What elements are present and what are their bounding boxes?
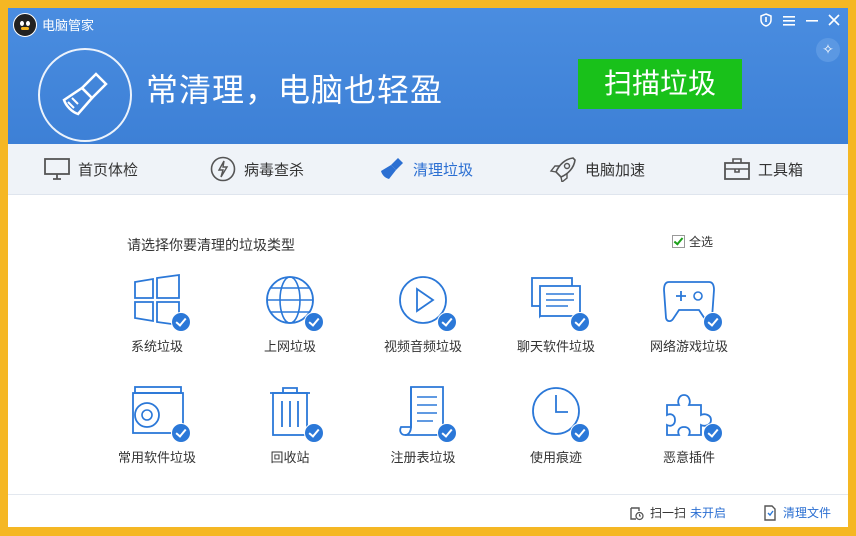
- tab-clean-junk[interactable]: 清理垃圾: [379, 144, 473, 194]
- item-label: 恶意插件: [662, 451, 715, 466]
- checked-badge-icon: [171, 312, 191, 332]
- checked-badge-icon: [437, 312, 457, 332]
- item-label: 系统垃圾: [130, 340, 183, 355]
- scheduled-clean[interactable]: 扫一扫 未开启: [628, 504, 726, 521]
- tab-speed-up[interactable]: 电脑加速: [549, 144, 645, 194]
- junk-item-video-audio[interactable]: 视频音频垃圾: [363, 272, 483, 355]
- file-clean-icon: [764, 504, 776, 521]
- junk-item-web[interactable]: 上网垃圾: [230, 272, 350, 355]
- item-label: 常用软件垃圾: [117, 451, 196, 466]
- clean-files-link[interactable]: 清理文件: [763, 504, 831, 521]
- app-window: 电脑管家 ✧ 常清理，电脑也轻盈 扫描垃圾 首页体检 病毒查杀 清理垃圾 电脑加…: [8, 8, 848, 527]
- junk-item-system[interactable]: 系统垃圾: [97, 272, 217, 355]
- checked-badge-icon: [437, 423, 457, 443]
- item-label: 聊天软件垃圾: [516, 340, 595, 355]
- tab-toolbox[interactable]: 工具箱: [724, 144, 803, 194]
- tab-label: 电脑加速: [585, 160, 646, 179]
- close-button[interactable]: [825, 13, 843, 31]
- item-label: 回收站: [270, 451, 310, 466]
- qq-penguin-logo-icon: [13, 13, 37, 37]
- checked-badge-icon: [171, 423, 191, 443]
- junk-item-chat[interactable]: 聊天软件垃圾: [496, 272, 616, 355]
- prompt-text: 请选择你要清理的垃圾类型: [127, 238, 295, 254]
- tab-label: 首页体检: [78, 160, 139, 179]
- tab-label: 清理垃圾: [413, 160, 474, 179]
- junk-item-common-software[interactable]: 常用软件垃圾: [97, 383, 217, 466]
- monitor-icon: [44, 158, 70, 180]
- item-label: 网络游戏垃圾: [649, 340, 728, 355]
- select-all-label: 全选: [689, 235, 714, 249]
- schedule-text: 扫一扫: [650, 506, 687, 520]
- scan-button[interactable]: 扫描垃圾: [578, 59, 742, 109]
- item-label: 视频音频垃圾: [383, 340, 462, 355]
- menu-icon[interactable]: [780, 13, 798, 31]
- item-label: 上网垃圾: [263, 340, 316, 355]
- junk-item-recycle-bin[interactable]: 回收站: [230, 383, 350, 466]
- junk-item-online-game[interactable]: 网络游戏垃圾: [629, 272, 749, 355]
- tab-home-check[interactable]: 首页体检: [44, 144, 138, 194]
- item-label: 使用痕迹: [529, 451, 582, 466]
- clean-files-label: 清理文件: [783, 506, 832, 520]
- toolbox-icon: [724, 158, 750, 180]
- tab-label: 工具箱: [758, 160, 804, 179]
- headline: 常清理，电脑也轻盈: [146, 71, 444, 109]
- checked-badge-icon: [304, 423, 324, 443]
- broom-logo-icon: [38, 48, 132, 142]
- lightning-icon: [210, 156, 236, 182]
- checked-badge-icon: [304, 312, 324, 332]
- junk-item-malicious-plugin[interactable]: 恶意插件: [629, 383, 749, 466]
- tab-virus-scan[interactable]: 病毒查杀: [210, 144, 304, 194]
- scheduled-clean-icon: [630, 506, 644, 520]
- item-label: 注册表垃圾: [390, 451, 456, 466]
- shield-icon[interactable]: [757, 13, 775, 31]
- checked-badge-icon: [570, 312, 590, 332]
- junk-item-usage-traces[interactable]: 使用痕迹: [496, 383, 616, 466]
- select-all-checkbox[interactable]: 全选: [672, 233, 713, 250]
- window-title: 电脑管家: [42, 19, 95, 34]
- footer-bar: 扫一扫 未开启 清理文件: [8, 494, 848, 527]
- tab-label: 病毒查杀: [244, 160, 305, 179]
- junk-item-registry[interactable]: 注册表垃圾: [363, 383, 483, 466]
- checked-badge-icon: [703, 423, 723, 443]
- checked-badge-icon: [570, 423, 590, 443]
- minimize-button[interactable]: [803, 13, 821, 31]
- sparkle-icon[interactable]: ✧: [816, 38, 840, 62]
- header-banner: 电脑管家 ✧ 常清理，电脑也轻盈 扫描垃圾: [8, 8, 848, 144]
- rocket-icon: [549, 157, 576, 182]
- checkbox-checked-icon: [672, 235, 685, 248]
- schedule-status-link[interactable]: 未开启: [690, 504, 726, 521]
- broom-icon: [381, 158, 403, 179]
- checked-badge-icon: [703, 312, 723, 332]
- main-tabs: 首页体检 病毒查杀 清理垃圾 电脑加速 工具箱: [8, 144, 848, 195]
